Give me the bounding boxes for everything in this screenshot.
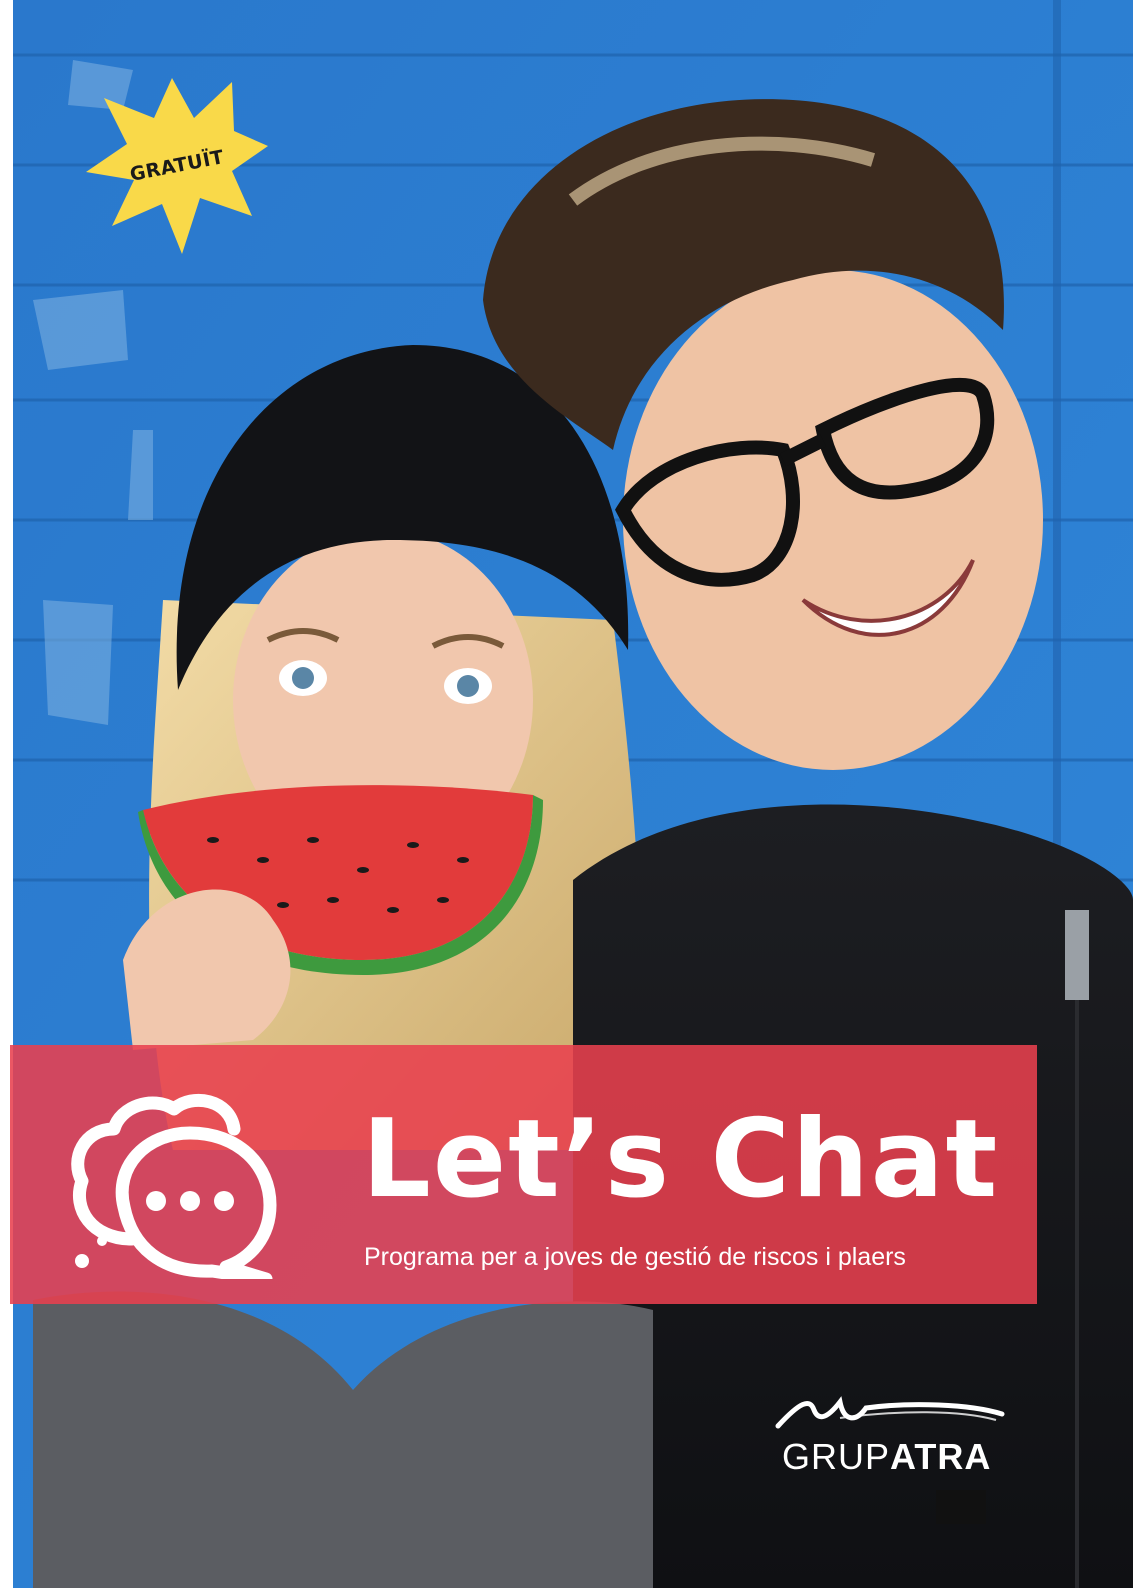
chat-bubbles-icon (71, 1093, 277, 1279)
cover-page: GRATUÏT Let’s Chat Programa per a joves … (0, 0, 1133, 1588)
free-badge: GRATUÏT (82, 76, 272, 256)
dark-patch (936, 1490, 986, 1524)
grup-atra-logo: GRUPATRA (770, 1392, 1010, 1477)
logo-word-light: GRUP (782, 1436, 891, 1477)
swoosh-icon (775, 1396, 1005, 1429)
logo-word-bold: ATRA (890, 1436, 992, 1477)
free-badge-label: GRATUÏT (128, 146, 226, 186)
logo-wordmark: GRUPATRA (782, 1436, 991, 1478)
title-banner: Let’s Chat Programa per a joves de gesti… (10, 1045, 1037, 1304)
program-title: Let’s Chat (362, 1097, 1000, 1222)
program-subtitle: Programa per a joves de gestió de riscos… (364, 1243, 906, 1271)
